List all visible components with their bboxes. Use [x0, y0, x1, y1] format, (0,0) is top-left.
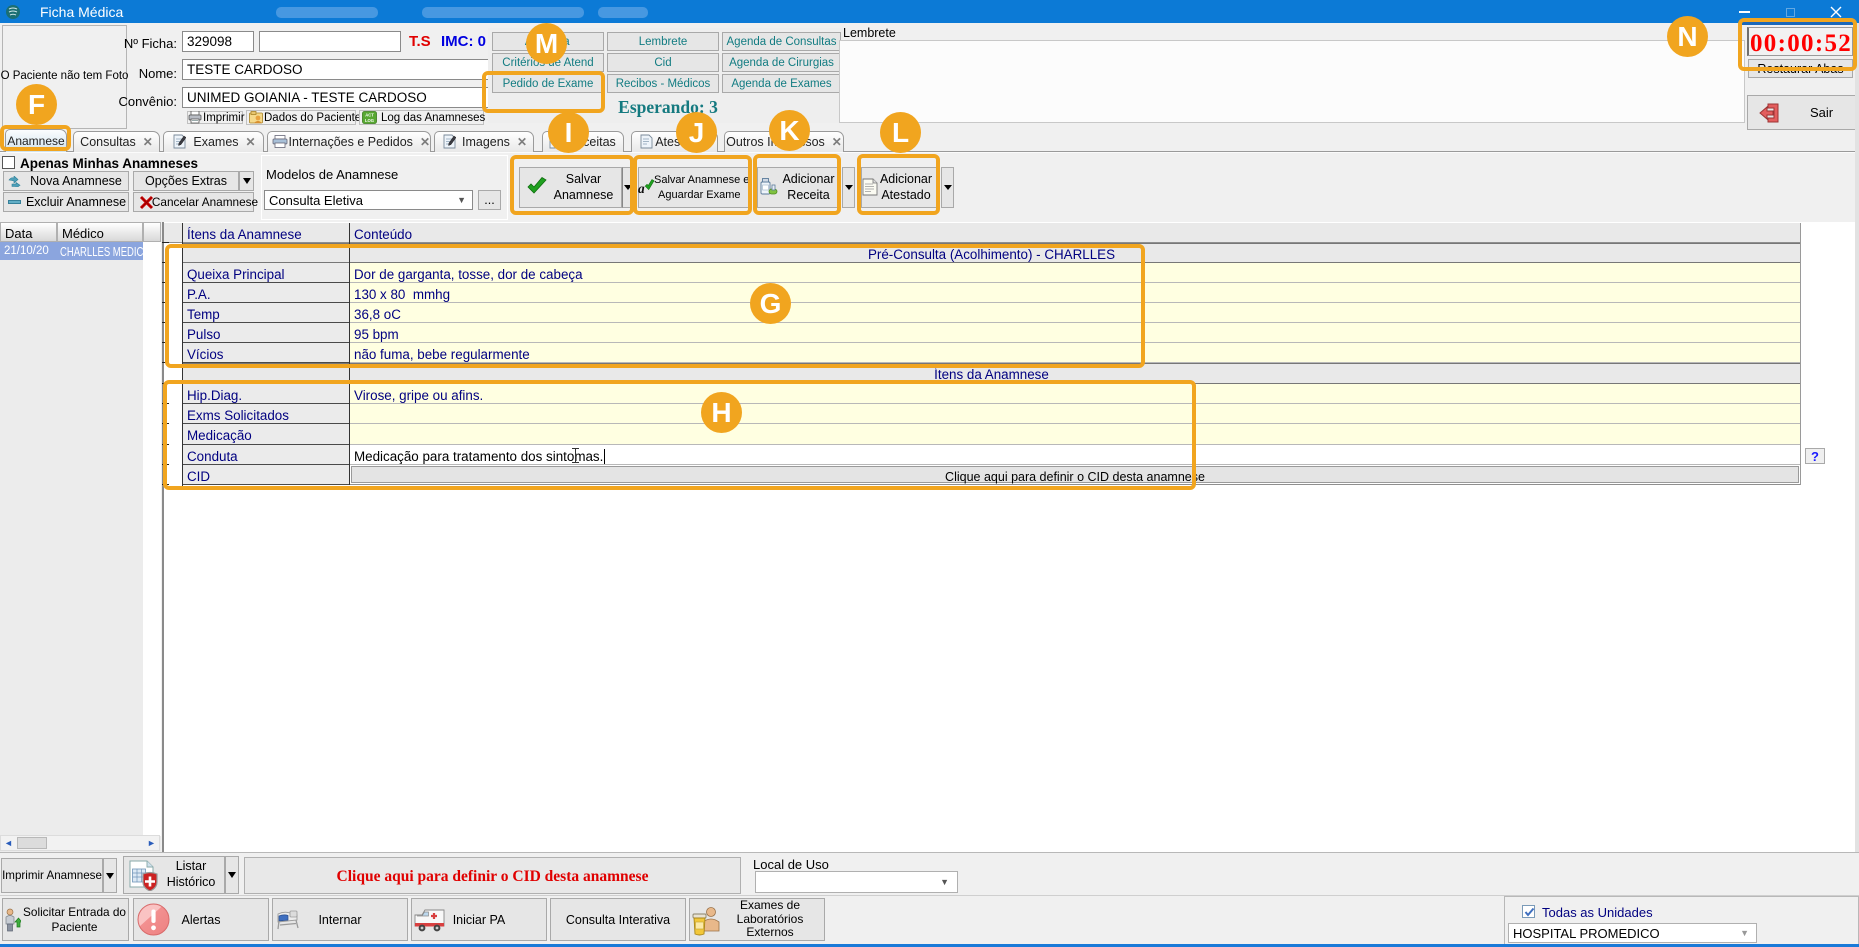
svg-text:LOG: LOG — [365, 118, 374, 123]
svg-text:ACT: ACT — [365, 113, 374, 118]
